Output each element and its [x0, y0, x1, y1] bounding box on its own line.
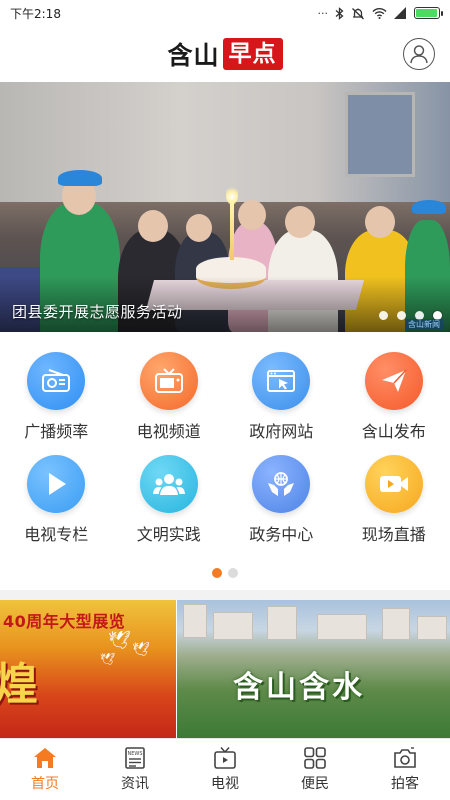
town-card[interactable]: 含山含水	[177, 600, 450, 738]
grid-item-live[interactable]: 现场直播	[338, 443, 450, 546]
wifi-icon	[372, 8, 387, 19]
tab-tv[interactable]: 电视	[180, 739, 270, 800]
tab-home[interactable]: 首页	[0, 739, 90, 800]
status-time: 下午2:18	[10, 6, 61, 21]
banner-photo-face	[138, 210, 168, 242]
tab-snapshot[interactable]: 拍客	[360, 739, 450, 800]
section-divider	[0, 590, 450, 600]
play-icon	[27, 455, 86, 513]
banner-photo-face	[285, 206, 315, 238]
banner-photo-cap	[412, 200, 446, 214]
signal-icon	[394, 7, 406, 19]
home-icon	[34, 748, 56, 768]
tab-services[interactable]: 便民	[270, 739, 360, 800]
grid-item-gov-website[interactable]: 政府网站	[225, 340, 338, 443]
town-building	[417, 616, 447, 640]
battery-level	[416, 9, 437, 17]
banner-photo-candle	[230, 200, 234, 260]
banner-photo-face	[365, 206, 395, 238]
grid-page-dot[interactable]	[212, 568, 222, 578]
dove-icon: 🕊	[132, 642, 150, 658]
status-bar: 下午2:18 ···	[0, 0, 450, 26]
status-icons: ···	[317, 6, 443, 20]
expo-card-big-char: 煌	[0, 659, 38, 710]
dots-icon: ···	[317, 6, 329, 20]
svg-text:NEWS: NEWS	[127, 751, 142, 757]
battery-icon	[414, 7, 443, 19]
town-building	[382, 608, 410, 640]
app-header: 含山 早点	[0, 26, 450, 82]
tv-icon	[214, 747, 236, 769]
banner-photo-window	[345, 92, 415, 177]
town-card-title: 含山含水	[233, 670, 365, 705]
logo-text-hanshan: 含山	[167, 41, 220, 70]
web-icon	[252, 352, 311, 410]
bottom-tab-bar: 首页 NEWS 资讯 电视 便民 拍客	[0, 738, 450, 800]
app-logo[interactable]: 含山 早点	[167, 36, 283, 72]
tab-label: 便民	[301, 776, 329, 792]
town-building	[267, 606, 297, 640]
hands-globe-icon	[252, 455, 311, 513]
grid-label: 含山发布	[361, 422, 426, 441]
video-camera-icon	[364, 455, 423, 513]
banner-watermark: 含山新闻	[405, 319, 443, 330]
tv-icon	[139, 352, 198, 410]
town-building	[213, 612, 253, 640]
grid-item-civilization[interactable]: 文明实践	[113, 443, 226, 546]
camera-icon	[394, 747, 416, 768]
tab-label: 电视	[211, 776, 239, 792]
tab-label: 资讯	[121, 776, 149, 792]
banner-photo-cap	[58, 170, 102, 186]
grid-item-release[interactable]: 含山发布	[338, 340, 450, 443]
grid-icon	[304, 747, 326, 769]
grid-label: 电视专栏	[24, 525, 89, 544]
town-building	[317, 614, 367, 640]
bluetooth-icon	[335, 6, 344, 20]
grid-page-dot[interactable]	[228, 568, 238, 578]
app-screen: 下午2:18 ··· 含山 早点 团县委开展志愿服务活动 含山新闻 广播频率 电…	[0, 0, 450, 800]
grid-label: 政府网站	[249, 422, 314, 441]
grid-label: 政务中心	[249, 525, 314, 544]
banner-dot[interactable]	[379, 311, 388, 320]
service-grid: 广播频率 电视频道 政府网站 含山发布 电视专栏 文明实践 政务中心 现场直播	[0, 340, 450, 554]
news-icon: NEWS	[125, 747, 145, 769]
tab-label: 拍客	[391, 776, 419, 792]
grid-item-radio[interactable]: 广播频率	[0, 340, 113, 443]
grid-label: 文明实践	[136, 525, 201, 544]
paper-plane-icon	[364, 352, 423, 410]
grid-label: 现场直播	[361, 525, 426, 544]
banner-photo-face	[238, 200, 266, 230]
dove-icon: 🕊	[100, 652, 116, 666]
expo-card[interactable]: 40周年大型展览 煌 🕊 🕊 🕊	[0, 600, 176, 738]
news-banner[interactable]: 团县委开展志愿服务活动 含山新闻	[0, 82, 450, 332]
grid-label: 电视频道	[136, 422, 201, 441]
grid-pagination[interactable]	[0, 568, 450, 578]
logo-text-zaodian: 早点	[222, 38, 283, 70]
banner-caption: 团县委开展志愿服务活动	[12, 303, 183, 321]
radio-icon	[27, 352, 86, 410]
town-building	[183, 604, 207, 638]
grid-label: 广播频率	[24, 422, 89, 441]
grid-item-gov-center[interactable]: 政务中心	[225, 443, 338, 546]
mute-icon	[352, 7, 364, 19]
tab-news[interactable]: NEWS 资讯	[90, 739, 180, 800]
grid-item-tv-channel[interactable]: 电视频道	[113, 340, 226, 443]
tab-label: 首页	[31, 776, 59, 792]
feature-cards: 40周年大型展览 煌 🕊 🕊 🕊 含山含水	[0, 600, 450, 738]
expo-card-title: 40周年大型展览	[3, 612, 126, 631]
banner-photo-face	[186, 214, 212, 242]
group-icon	[139, 455, 198, 513]
grid-item-tv-column[interactable]: 电视专栏	[0, 443, 113, 546]
user-icon	[410, 45, 428, 64]
user-profile-button[interactable]	[403, 38, 435, 70]
dove-icon: 🕊	[108, 630, 131, 651]
